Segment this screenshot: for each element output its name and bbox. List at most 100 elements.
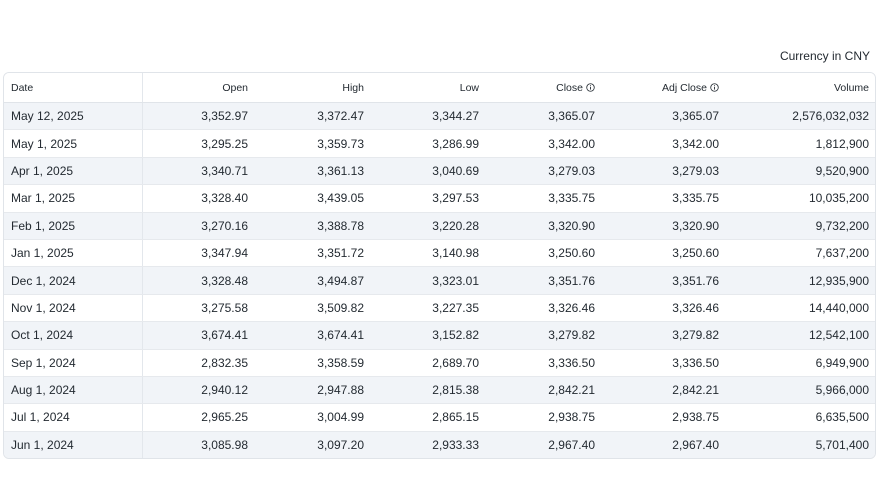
- cell-date: Apr 1, 2025: [4, 157, 143, 186]
- cell-adj-close: 3,365.07: [601, 102, 725, 131]
- cell-adj-close: 3,250.60: [601, 239, 725, 268]
- cell-volume: 5,966,000: [725, 376, 875, 405]
- table-row: Dec 1, 2024 3,328.48 3,494.87 3,323.01 3,351…: [4, 266, 875, 295]
- cell-date: Jan 1, 2025: [4, 239, 143, 268]
- prices-table: Date Open High Low Close Adj Close Volum…: [4, 73, 875, 459]
- cell-open: 3,347.94: [142, 239, 254, 268]
- cell-open: 3,328.40: [142, 184, 254, 213]
- table-row: Jan 1, 2025 3,347.94 3,351.72 3,140.98 3,250…: [4, 239, 875, 268]
- cell-date: Dec 1, 2024: [4, 266, 143, 295]
- cell-volume: 6,949,900: [725, 349, 875, 377]
- cell-date: May 12, 2025: [4, 102, 143, 131]
- cell-volume: 12,542,100: [725, 321, 875, 350]
- cell-adj-close: 3,351.76: [601, 266, 725, 295]
- cell-volume: 12,935,900: [725, 266, 875, 295]
- cell-open: 3,352.97: [142, 102, 254, 131]
- column-header-volume: Volume: [725, 73, 875, 103]
- column-header-high: High: [254, 73, 370, 103]
- cell-date: May 1, 2025: [4, 129, 143, 158]
- cell-high: 3,361.13: [254, 157, 370, 186]
- table-row: Oct 1, 2024 3,674.41 3,674.41 3,152.82 3,279…: [4, 321, 875, 350]
- cell-low: 3,140.98: [370, 239, 485, 268]
- table-header: Date Open High Low Close Adj Close Volum…: [4, 73, 875, 103]
- table-row: Feb 1, 2025 3,270.16 3,388.78 3,220.28 3,320…: [4, 212, 875, 240]
- info-circle-icon[interactable]: [586, 82, 595, 92]
- column-header-adj-close: Adj Close: [601, 73, 725, 103]
- cell-low: 3,344.27: [370, 102, 485, 131]
- table-body: May 12, 2025 3,352.97 3,372.47 3,344.27 3,36…: [4, 102, 875, 459]
- cell-volume: 1,812,900: [725, 129, 875, 158]
- cell-low: 3,152.82: [370, 321, 485, 350]
- cell-volume: 9,520,900: [725, 157, 875, 186]
- cell-low: 2,815.38: [370, 376, 485, 405]
- table-row: Sep 1, 2024 2,832.35 3,358.59 2,689.70 3,336…: [4, 349, 875, 377]
- table-row: Nov 1, 2024 3,275.58 3,509.82 3,227.35 3,326…: [4, 294, 875, 323]
- cell-low: 2,689.70: [370, 349, 485, 377]
- column-header-close: Close: [485, 73, 601, 103]
- cell-high: 3,097.20: [254, 431, 370, 459]
- table-row: Jul 1, 2024 2,965.25 3,004.99 2,865.15 2,938…: [4, 403, 875, 432]
- cell-adj-close: 3,320.90: [601, 212, 725, 240]
- cell-high: 3,359.73: [254, 129, 370, 158]
- cell-date: Feb 1, 2025: [4, 212, 143, 240]
- cell-low: 3,297.53: [370, 184, 485, 213]
- cell-open: 3,270.16: [142, 212, 254, 240]
- cell-high: 2,947.88: [254, 376, 370, 405]
- cell-close: 3,335.75: [485, 184, 601, 213]
- column-header-close-label: Close: [556, 81, 583, 94]
- cell-low: 2,865.15: [370, 403, 485, 432]
- cell-volume: 14,440,000: [725, 294, 875, 323]
- column-header-date: Date: [4, 73, 143, 103]
- cell-adj-close: 3,326.46: [601, 294, 725, 323]
- column-header-low: Low: [370, 73, 485, 103]
- cell-open: 3,328.48: [142, 266, 254, 295]
- cell-volume: 10,035,200: [725, 184, 875, 213]
- cell-high: 3,372.47: [254, 102, 370, 131]
- cell-close: 3,250.60: [485, 239, 601, 268]
- cell-open: 3,340.71: [142, 157, 254, 186]
- cell-close: 3,351.76: [485, 266, 601, 295]
- cell-date: Oct 1, 2024: [4, 321, 143, 350]
- cell-open: 3,275.58: [142, 294, 254, 323]
- cell-high: 3,674.41: [254, 321, 370, 350]
- cell-low: 3,040.69: [370, 157, 485, 186]
- cell-close: 2,842.21: [485, 376, 601, 405]
- cell-volume: 6,635,500: [725, 403, 875, 432]
- cell-open: 3,674.41: [142, 321, 254, 350]
- cell-close: 2,938.75: [485, 403, 601, 432]
- cell-low: 3,220.28: [370, 212, 485, 240]
- cell-date: Nov 1, 2024: [4, 294, 143, 323]
- cell-open: 3,085.98: [142, 431, 254, 459]
- cell-low: 3,323.01: [370, 266, 485, 295]
- cell-high: 3,439.05: [254, 184, 370, 213]
- cell-close: 3,336.50: [485, 349, 601, 377]
- info-circle-icon[interactable]: [710, 82, 719, 92]
- cell-low: 3,227.35: [370, 294, 485, 323]
- cell-date: Aug 1, 2024: [4, 376, 143, 405]
- cell-adj-close: 3,279.03: [601, 157, 725, 186]
- column-header-adj-close-label: Adj Close: [662, 81, 707, 94]
- cell-volume: 9,732,200: [725, 212, 875, 240]
- table-row: May 1, 2025 3,295.25 3,359.73 3,286.99 3,342…: [4, 129, 875, 158]
- cell-close: 3,279.03: [485, 157, 601, 186]
- header-row: Date Open High Low Close Adj Close Volum…: [4, 73, 875, 103]
- cell-close: 3,320.90: [485, 212, 601, 240]
- cell-volume: 7,637,200: [725, 239, 875, 268]
- cell-close: 2,967.40: [485, 431, 601, 459]
- cell-high: 3,494.87: [254, 266, 370, 295]
- cell-high: 3,004.99: [254, 403, 370, 432]
- cell-high: 3,351.72: [254, 239, 370, 268]
- cell-close: 3,279.82: [485, 321, 601, 350]
- table-row: May 12, 2025 3,352.97 3,372.47 3,344.27 3,36…: [4, 102, 875, 131]
- cell-date: Jul 1, 2024: [4, 403, 143, 432]
- cell-adj-close: 3,279.82: [601, 321, 725, 350]
- cell-open: 2,940.12: [142, 376, 254, 405]
- cell-low: 3,286.99: [370, 129, 485, 158]
- cell-close: 3,365.07: [485, 102, 601, 131]
- table-row: Apr 1, 2025 3,340.71 3,361.13 3,040.69 3,279…: [4, 157, 875, 186]
- cell-volume: 5,701,400: [725, 431, 875, 459]
- column-header-open: Open: [142, 73, 254, 103]
- cell-high: 3,388.78: [254, 212, 370, 240]
- cell-high: 3,358.59: [254, 349, 370, 377]
- cell-high: 3,509.82: [254, 294, 370, 323]
